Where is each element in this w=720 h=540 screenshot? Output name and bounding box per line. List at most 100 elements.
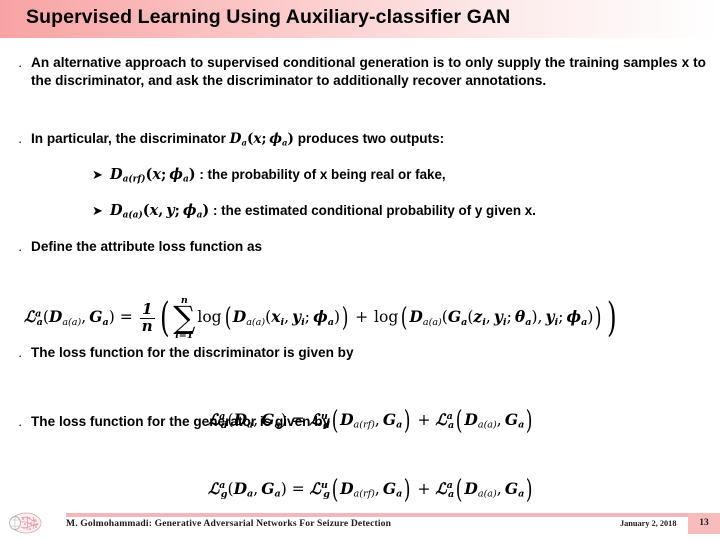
math-equals: =	[119, 308, 133, 327]
left-paren-medium: (	[224, 303, 232, 334]
math-subscript-a: a	[448, 488, 455, 500]
sum-sigma-icon: ∑	[173, 299, 196, 336]
math-symbol-theta: θ	[514, 307, 526, 327]
math-subscript-a-a: a(a)	[477, 419, 497, 431]
left-paren-medium: (	[455, 405, 463, 436]
math-plus: +	[417, 411, 431, 429]
math-subscript-a: a	[518, 419, 525, 431]
math-symbol-L: ℒ	[309, 479, 321, 498]
math-symbol-D: D	[464, 479, 478, 498]
left-paren-medium: (	[400, 303, 408, 334]
math-symbol-D: D	[110, 202, 123, 219]
math-subscript-a: a	[518, 488, 525, 500]
bullet-item-4: · The loss function for the discriminato…	[18, 344, 354, 362]
footer-divider	[66, 513, 720, 517]
bullet-text: The loss function for the discriminator …	[31, 345, 354, 360]
math-subscript-a: a	[396, 419, 403, 431]
bullet-text: Define the attribute loss function as	[31, 239, 263, 254]
math-symbol-D: D	[409, 307, 423, 327]
inline-formula-d-a: Da(a)(x, y; ϕa)	[110, 202, 210, 221]
math-log-1: log	[197, 308, 222, 327]
inline-formula-d-rf: Da(rf)(x; ϕa)	[110, 166, 196, 185]
fraction-one-over-n: 1 n	[139, 302, 155, 335]
math-symbol-G: G	[447, 307, 462, 327]
math-symbol-y: y	[493, 307, 503, 327]
math-symbol-G: G	[504, 479, 519, 498]
right-paren-medium: )	[341, 303, 349, 334]
math-subscript-a-rf: a(rf)	[122, 174, 146, 185]
math-symbol-x: x	[152, 166, 162, 183]
left-paren-medium: (	[331, 474, 339, 505]
fraction-denominator: n	[141, 316, 153, 335]
math-symbol-L: ℒ	[208, 479, 220, 498]
right-paren-medium: )	[526, 474, 533, 505]
math-symbol-D: D	[233, 479, 248, 498]
bullet-marker: ·	[18, 417, 23, 432]
sub-bullet-text: Da(rf)(x; ϕa) : the probability of x bei…	[110, 166, 446, 185]
footer-citation: M. Golmohammadi: Generative Adversarial …	[66, 518, 392, 529]
bullet-item-5: · The loss function for the generator is…	[18, 413, 330, 431]
sub-bullet-item-2: ➤ Da(a)(x, y; ϕa) : the estimated condit…	[92, 202, 536, 221]
bullet-marker: ·	[18, 134, 23, 149]
bullet-text-prefix: In particular, the discriminator	[31, 131, 230, 146]
math-subscript-a-rf: a(rf)	[353, 419, 375, 431]
math-subscript-g: g	[220, 488, 228, 500]
sub-bullet-item-1: ➤ Da(rf)(x; ϕa) : the probability of x b…	[92, 166, 446, 185]
math-symbol-y: y	[166, 202, 175, 219]
page-title: Supervised Learning Using Auxiliary-clas…	[26, 6, 511, 28]
math-equals: =	[291, 480, 305, 498]
math-subscript-a: a	[448, 419, 455, 431]
bullet-marker: ·	[18, 58, 23, 73]
right-paren-large: )	[606, 294, 617, 341]
slide-content: · An alternative approach to supervised …	[0, 38, 720, 505]
math-symbol-D: D	[232, 307, 247, 327]
math-symbol-L: ℒ	[435, 479, 447, 498]
footer-date: January 2, 2018	[620, 519, 677, 528]
math-symbol-y: y	[292, 307, 302, 327]
math-symbol-D: D	[340, 410, 354, 429]
math-symbol-G: G	[382, 410, 397, 429]
arrow-bullet-icon: ➤	[92, 203, 103, 218]
math-subscript-a-a: a(a)	[422, 316, 442, 328]
math-symbol-z: z	[473, 307, 483, 327]
bullet-item-2: · In particular, the discriminator Da(x;…	[18, 130, 708, 149]
math-log-2: log	[374, 308, 399, 327]
slide-footer: M. Golmohammadi: Generative Adversarial …	[0, 500, 720, 540]
math-subscript-a-rf: a(rf)	[353, 488, 375, 500]
math-symbol-L: ℒ	[24, 307, 36, 327]
page-number: 13	[699, 518, 709, 528]
math-symbol-G: G	[261, 479, 275, 498]
math-symbol-y: y	[545, 307, 555, 327]
sum-lower-limit: i=1	[175, 329, 194, 341]
bullet-text: An alternative approach to supervised co…	[31, 55, 706, 88]
bullet-marker: ·	[18, 348, 23, 363]
math-symbol-G: G	[504, 410, 519, 429]
math-plus: +	[417, 480, 431, 498]
right-paren-medium: )	[526, 405, 533, 436]
bullet-item-3: · Define the attribute loss function as	[18, 238, 262, 256]
bullet-text: In particular, the discriminator Da(x; ϕ…	[31, 130, 444, 149]
bullet-item-1: · An alternative approach to supervised …	[18, 54, 706, 89]
left-paren-large: (	[159, 294, 170, 341]
math-symbol-D: D	[340, 479, 354, 498]
bullet-text: The loss function for the generator is g…	[31, 414, 331, 429]
left-paren-medium: (	[455, 474, 463, 505]
math-subscript-a-a: a(a)	[62, 316, 82, 328]
inline-formula-discriminator: Da(x; ϕa)	[229, 131, 294, 148]
slide-title-bar: Supervised Learning Using Auxiliary-clas…	[0, 0, 720, 38]
right-paren-medium: )	[404, 405, 411, 436]
sub-bullet-text: Da(a)(x, y; ϕa) : the estimated conditio…	[110, 202, 536, 221]
sub-bullet-description: : the probability of x being real or fak…	[199, 167, 446, 182]
math-symbol-D: D	[48, 307, 63, 327]
math-symbol-x: x	[149, 202, 159, 219]
math-subscript-a: a	[396, 488, 403, 500]
math-symbol-L: ℒ	[435, 410, 447, 429]
math-symbol-phi: ϕ	[169, 166, 183, 183]
bullet-text-suffix: produces two outputs:	[293, 131, 445, 146]
math-symbol-D: D	[110, 166, 123, 183]
arrow-bullet-icon: ➤	[92, 167, 103, 182]
math-symbol-phi: ϕ	[182, 202, 197, 219]
math-subscript-a-a: a(a)	[477, 488, 497, 500]
summation: n ∑ i=1	[173, 296, 195, 340]
math-symbol-G: G	[89, 307, 103, 327]
